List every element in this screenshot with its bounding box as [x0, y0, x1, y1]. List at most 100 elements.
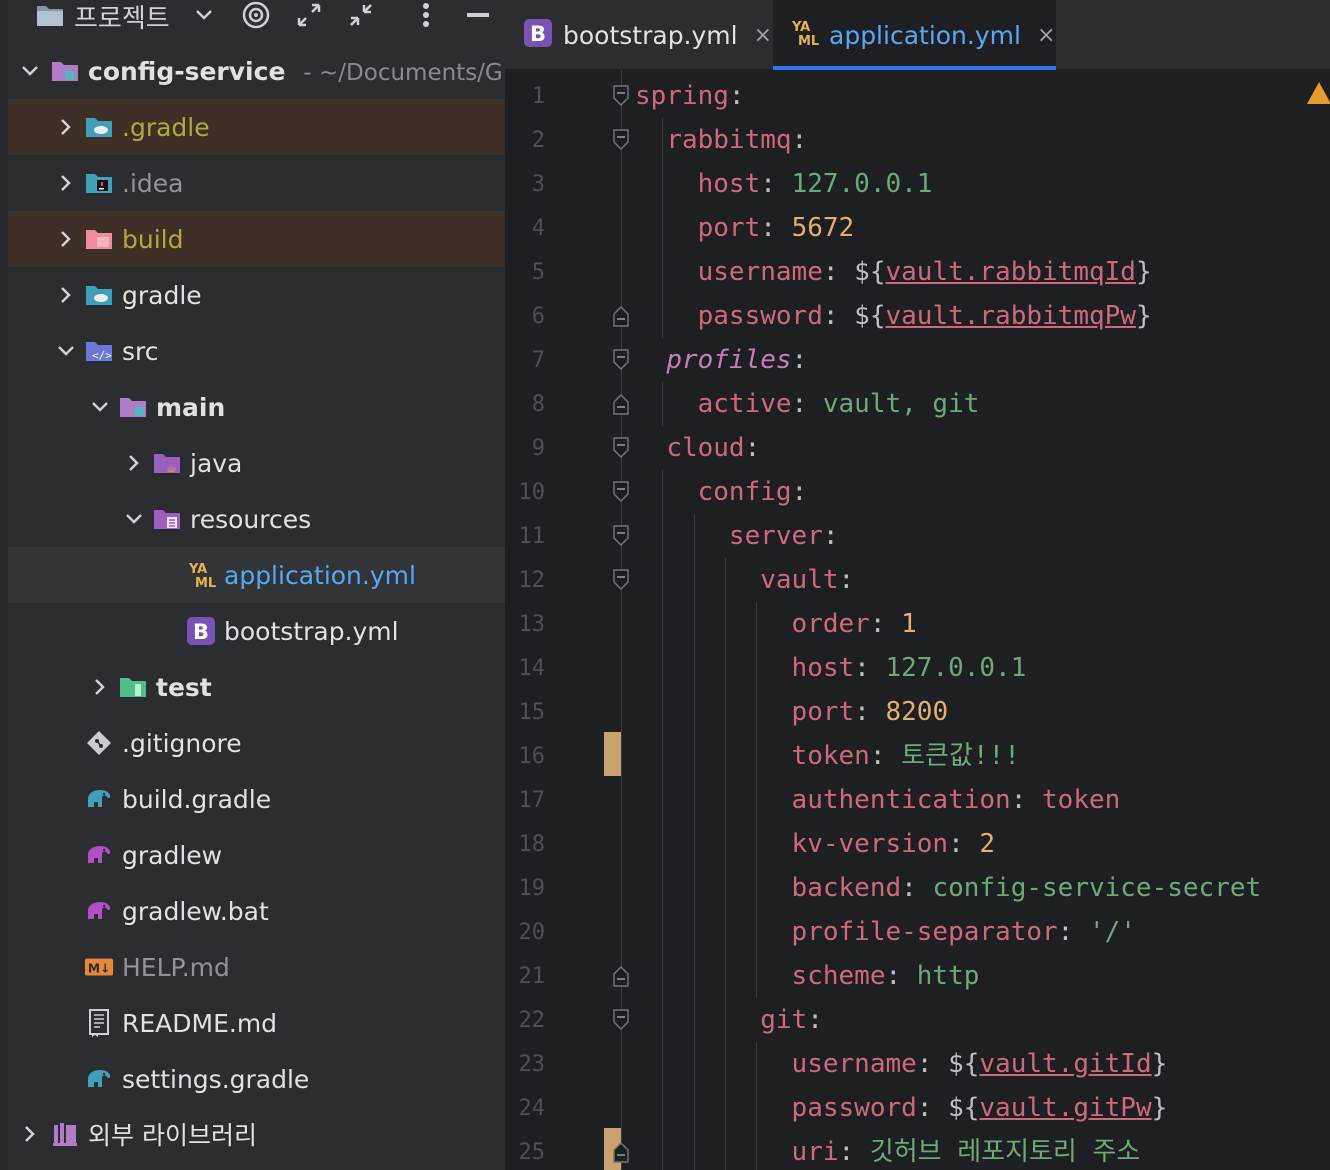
code-line[interactable]: port: 5672: [635, 206, 855, 250]
minimize-icon[interactable]: [466, 0, 490, 30]
code-line[interactable]: password: ${vault.rabbitmqPw}: [635, 294, 1152, 338]
tab-bootstrap-yml[interactable]: B bootstrap.yml ×: [505, 0, 772, 70]
fold-marker-icon[interactable]: [613, 525, 629, 547]
more-options-icon[interactable]: [416, 0, 436, 30]
svg-text:M↓: M↓: [88, 962, 110, 976]
chevron-right-icon[interactable]: [20, 1124, 40, 1144]
code-line[interactable]: token: 토큰값!!!: [635, 734, 1020, 778]
fold-end-icon[interactable]: [613, 965, 629, 987]
code-line[interactable]: port: 8200: [635, 690, 949, 734]
code-line[interactable]: host: 127.0.0.1: [635, 162, 933, 206]
tree-item-settings-gradle[interactable]: settings.gradle: [8, 1051, 505, 1107]
chevron-down-icon[interactable]: [192, 0, 216, 30]
chevron-right-icon[interactable]: [56, 229, 76, 249]
code-line[interactable]: profile-separator: '/': [635, 910, 1136, 954]
java-folder-icon: ☕: [152, 448, 182, 478]
tree-item-bootstrap-yml[interactable]: Bbootstrap.yml: [8, 603, 505, 659]
chevron-down-icon[interactable]: [90, 397, 110, 417]
chevron-down-icon[interactable]: [56, 341, 76, 361]
tree-item-help-md[interactable]: M↓ HELP.md: [8, 939, 505, 995]
fold-marker-icon[interactable]: [613, 481, 629, 503]
fold-end-icon[interactable]: [613, 393, 629, 415]
chevron-down-icon[interactable]: [20, 61, 40, 81]
select-opened-file-icon[interactable]: [240, 0, 272, 30]
chevron-right-icon[interactable]: [90, 677, 110, 697]
tree-item-idea[interactable]: .idea: [8, 155, 505, 211]
code-line[interactable]: cloud:: [635, 426, 760, 470]
expand-all-icon[interactable]: [293, 0, 325, 30]
code-token: '/': [1088, 917, 1136, 947]
chevron-right-icon[interactable]: [56, 173, 76, 193]
tree-item-test[interactable]: test: [8, 659, 505, 715]
code-line[interactable]: kv-version: 2: [635, 822, 996, 866]
tree-item-gitignore[interactable]: .gitignore: [8, 715, 505, 771]
build-folder-icon: [84, 224, 114, 254]
tab-application-yml[interactable]: YA ML application.yml ×: [773, 0, 1056, 70]
tree-item-main[interactable]: main: [8, 379, 505, 435]
code-line[interactable]: spring:: [635, 74, 745, 118]
fold-end-icon[interactable]: [613, 305, 629, 327]
tree-item-build-gradle[interactable]: build.gradle: [8, 771, 505, 827]
fold-marker-icon[interactable]: [613, 85, 629, 107]
code-line[interactable]: username: ${vault.rabbitmqId}: [635, 250, 1152, 294]
code-token: port: [791, 697, 855, 727]
tree-item-src[interactable]: </> src: [8, 323, 505, 379]
tree-item-gradlew[interactable]: gradlew: [8, 827, 505, 883]
fold-end-icon[interactable]: [613, 1141, 629, 1163]
code-line[interactable]: rabbitmq:: [635, 118, 807, 162]
gradle-elephant-icon: [84, 1064, 114, 1094]
code-line[interactable]: backend: config-service-secret: [635, 866, 1262, 910]
code-line[interactable]: order: 1: [635, 602, 917, 646]
fold-marker-icon[interactable]: [613, 437, 629, 459]
code-line[interactable]: config:: [635, 470, 808, 514]
code-line[interactable]: authentication: token: [635, 778, 1121, 822]
tree-root-config-service[interactable]: config-service - ~/Documents/G: [8, 43, 505, 99]
tree-item-gradlew-bat[interactable]: gradlew.bat: [8, 883, 505, 939]
code-line[interactable]: profiles:: [635, 338, 807, 382]
panel-title[interactable]: 프로젝트: [74, 0, 170, 35]
tree-item-label: gradlew: [122, 840, 223, 870]
tree-item-application-yml[interactable]: YA ML application.yml: [8, 547, 505, 603]
code-token: :: [791, 389, 823, 419]
tree-item-resources[interactable]: resources: [8, 491, 505, 547]
code-line[interactable]: server:: [635, 514, 839, 558]
collapse-all-icon[interactable]: [345, 0, 377, 30]
tree-item-label: README.md: [122, 1008, 278, 1038]
code-area[interactable]: spring: rabbitmq: host: 127.0.0.1 port: …: [505, 70, 1330, 1170]
tree-external-libraries[interactable]: 외부 라이브러리: [8, 1106, 505, 1162]
chevron-right-icon[interactable]: [56, 117, 76, 137]
code-line[interactable]: username: ${vault.gitId}: [635, 1042, 1168, 1086]
tree-item-gradle[interactable]: .gradle: [8, 99, 505, 155]
code-line[interactable]: git:: [635, 998, 823, 1042]
warning-icon[interactable]: [1307, 82, 1330, 104]
project-folder-icon[interactable]: [34, 0, 66, 30]
fold-marker-icon[interactable]: [613, 349, 629, 371]
tree-item-gradle[interactable]: gradle: [8, 267, 505, 323]
fold-marker-icon[interactable]: [613, 129, 629, 151]
close-icon[interactable]: ×: [754, 23, 772, 48]
code-token: vault.rabbitmqId: [885, 257, 1136, 287]
fold-marker-icon[interactable]: [613, 1009, 629, 1031]
tree-item-readme-md[interactable]: README.md: [8, 995, 505, 1051]
readme-file-icon: [84, 1008, 114, 1038]
tree-item-label: build: [122, 224, 184, 254]
svg-text:ML: ML: [195, 576, 216, 590]
code-line[interactable]: uri: 깃허브 레포지토리 주소: [635, 1130, 1141, 1170]
code-line[interactable]: active: vault, git: [635, 382, 980, 426]
fold-marker-icon[interactable]: [613, 569, 629, 591]
chevron-right-icon[interactable]: [56, 285, 76, 305]
code-token: :: [760, 169, 792, 199]
code-line[interactable]: scheme: http: [635, 954, 980, 998]
tree-item-java[interactable]: ☕ java: [8, 435, 505, 491]
code-token: }: [1135, 257, 1152, 287]
code-line[interactable]: vault:: [635, 558, 854, 602]
code-line[interactable]: password: ${vault.gitPw}: [635, 1086, 1168, 1130]
tree-item-build[interactable]: build: [8, 211, 505, 267]
chevron-right-icon[interactable]: [124, 453, 144, 473]
code-line[interactable]: host: 127.0.0.1: [635, 646, 1027, 690]
chevron-down-icon[interactable]: [124, 509, 144, 529]
change-marker[interactable]: [604, 732, 621, 776]
close-icon[interactable]: ×: [1037, 23, 1055, 48]
code-token: :: [744, 433, 761, 463]
